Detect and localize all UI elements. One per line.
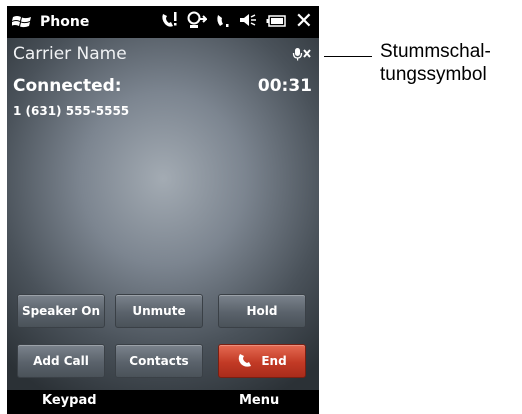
mute-icon-callout: Stummschal- tungssymbol xyxy=(380,41,491,85)
keypad-softkey[interactable]: Keypad xyxy=(42,393,97,408)
softkey-bar: Keypad Menu xyxy=(7,390,319,414)
status-icons: ✕ xyxy=(160,11,313,33)
end-call-label: End xyxy=(261,354,287,368)
phone-screen: Phone ✕ Carrier Name Connected: 00:31 1 … xyxy=(7,6,319,414)
phone-handset-icon xyxy=(239,354,252,367)
app-title: Phone xyxy=(40,14,90,30)
call-timer: 00:31 xyxy=(257,76,312,96)
windows-start-icon[interactable] xyxy=(12,14,32,30)
menu-softkey[interactable]: Menu xyxy=(239,393,279,408)
contacts-button[interactable]: Contacts xyxy=(115,344,203,378)
end-call-button[interactable]: End xyxy=(218,344,306,378)
speaker-on-button[interactable]: Speaker On xyxy=(17,294,105,328)
add-call-button[interactable]: Add Call xyxy=(17,344,105,378)
unmute-button[interactable]: Unmute xyxy=(115,294,203,328)
carrier-name: Carrier Name xyxy=(13,44,127,64)
call-screen: Carrier Name Connected: 00:31 1 (631) 55… xyxy=(7,38,319,390)
battery-icon[interactable] xyxy=(266,13,286,32)
hold-button[interactable]: Hold xyxy=(218,294,306,328)
status-bar: Phone ✕ xyxy=(7,6,319,38)
connectivity-icon[interactable] xyxy=(187,11,208,33)
mute-icon xyxy=(292,48,311,61)
close-icon[interactable]: ✕ xyxy=(295,11,313,33)
call-status: Connected: xyxy=(13,76,122,96)
signal-icon[interactable] xyxy=(216,11,230,33)
missed-call-icon[interactable] xyxy=(160,11,178,33)
volume-icon[interactable] xyxy=(239,11,257,33)
callout-leader-line xyxy=(324,56,372,57)
phone-number: 1 (631) 555-5555 xyxy=(13,104,130,118)
